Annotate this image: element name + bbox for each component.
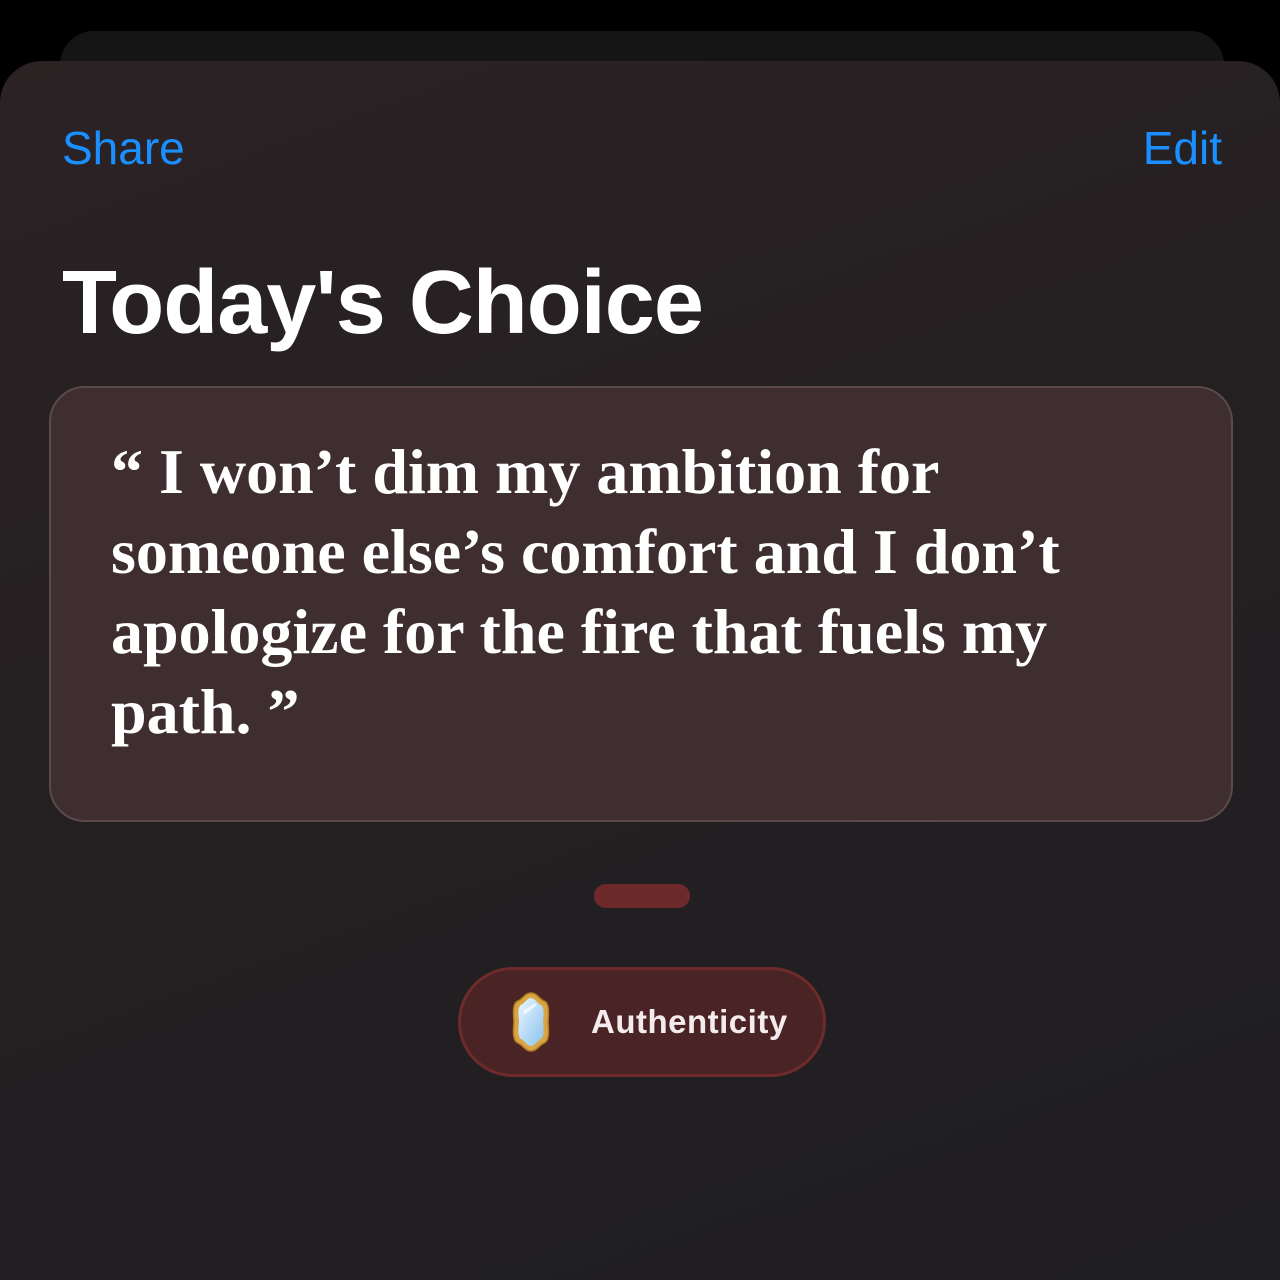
- quote-text: “ I won’t dim my ambition for someone el…: [111, 436, 1060, 747]
- share-button[interactable]: Share: [62, 120, 185, 176]
- edit-button[interactable]: Edit: [1143, 120, 1222, 176]
- mirror-icon: [511, 991, 551, 1053]
- quote-card: “ I won’t dim my ambition for someone el…: [49, 386, 1233, 822]
- authenticity-tag-button[interactable]: Authenticity: [458, 967, 826, 1077]
- page-indicator: [594, 884, 690, 908]
- tag-label: Authenticity: [591, 1003, 788, 1040]
- page-title: Today's Choice: [62, 253, 704, 353]
